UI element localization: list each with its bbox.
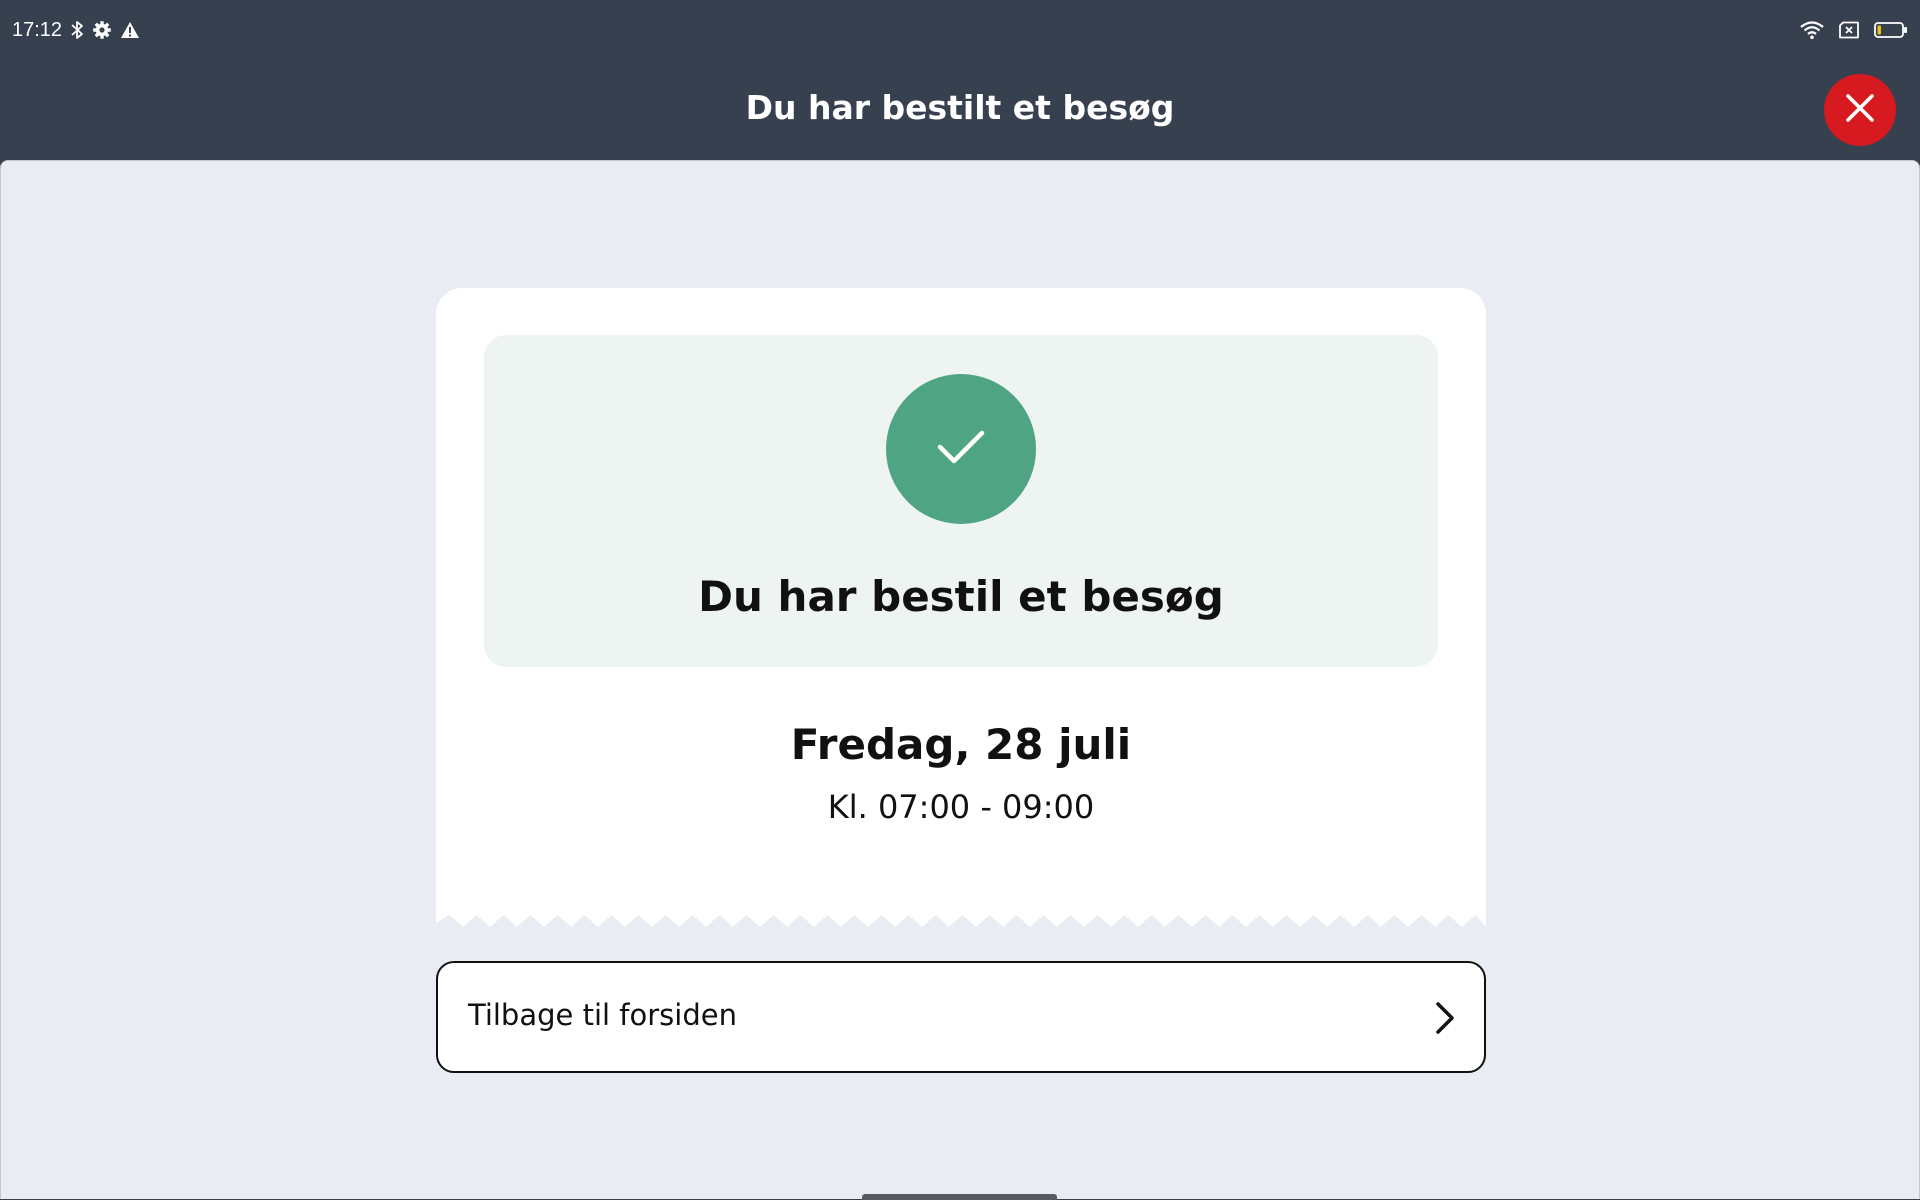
booking-receipt-card: Du har bestil et besøg Fredag, 28 juli K… xyxy=(436,288,1486,927)
back-button-label: Tilbage til forsiden xyxy=(468,998,737,1032)
status-time: 17:12 xyxy=(12,18,63,41)
status-right xyxy=(1800,17,1908,43)
bluetooth-icon xyxy=(70,20,84,40)
back-to-home-button[interactable]: Tilbage til forsiden xyxy=(436,961,1486,1073)
visit-date: Fredag, 28 juli xyxy=(790,720,1132,769)
warning-icon xyxy=(120,21,140,39)
sim-card-icon xyxy=(1838,21,1860,39)
check-icon xyxy=(936,427,986,471)
confirmation-title: Du har bestil et besøg xyxy=(698,572,1224,621)
wifi-icon xyxy=(1800,20,1824,40)
status-left: 17:12 xyxy=(12,17,140,43)
success-panel: Du har bestil et besøg xyxy=(484,335,1438,667)
chevron-right-icon xyxy=(1434,1001,1456,1039)
app-header: Du har bestilt et besøg xyxy=(0,60,1920,160)
close-icon xyxy=(1845,93,1875,127)
close-button[interactable] xyxy=(1824,74,1896,146)
success-badge xyxy=(886,374,1036,524)
home-indicator[interactable] xyxy=(862,1194,1057,1200)
battery-icon xyxy=(1874,21,1908,39)
visit-time: Kl. 07:00 - 09:00 xyxy=(827,788,1095,826)
main-content: Du har bestil et besøg Fredag, 28 juli K… xyxy=(0,160,1920,1199)
page-title: Du har bestilt et besøg xyxy=(745,88,1175,127)
receipt-zigzag-edge xyxy=(436,913,1486,927)
settings-gear-icon xyxy=(92,20,112,40)
status-bar: 17:12 xyxy=(0,0,1920,60)
